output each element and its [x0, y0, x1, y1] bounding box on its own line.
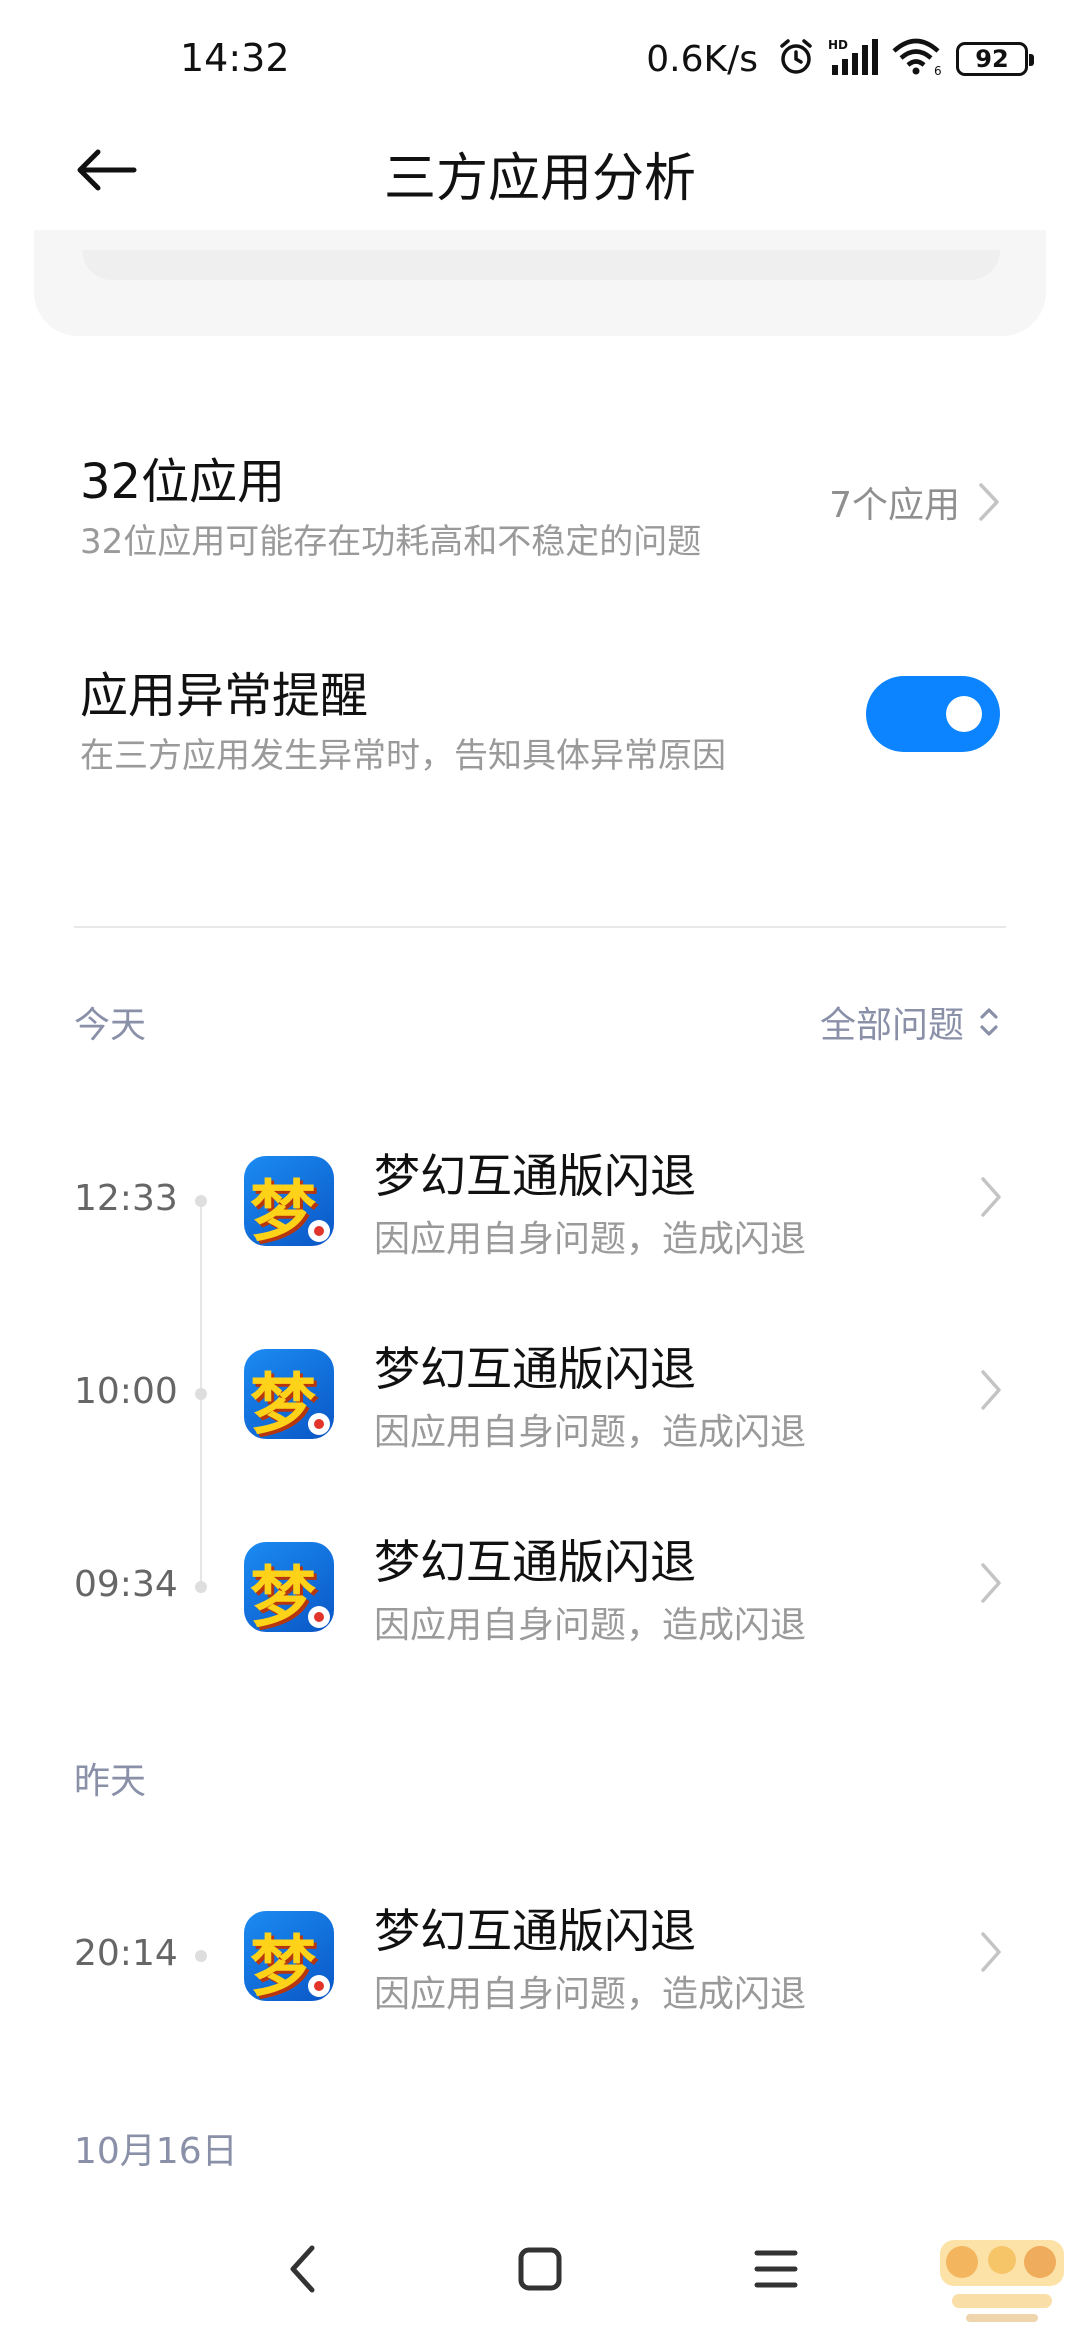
battery-icon: 92	[956, 42, 1034, 76]
section-label-date: 10月16日	[74, 2131, 238, 2172]
status-icons: 0.6K/s HD 6 92	[646, 34, 1034, 84]
event-time: 10:00	[74, 1371, 178, 1412]
timeline-dot	[195, 1388, 207, 1400]
status-bar: 14:32 0.6K/s HD 6 92	[0, 0, 1080, 120]
apps-32bit-description: 32位应用可能存在功耗高和不稳定的问题	[80, 522, 702, 562]
event-subtitle: 因应用自身问题，造成闪退	[374, 1412, 807, 1453]
app-icon: 梦	[244, 1156, 334, 1246]
timeline-dot	[195, 1581, 207, 1593]
timeline-dot	[195, 1195, 207, 1207]
event-subtitle: 因应用自身问题，造成闪退	[374, 1605, 807, 1646]
overview-card	[34, 230, 1046, 336]
abnormal-alert-description: 在三方应用发生异常时，告知具体异常原因	[80, 736, 726, 776]
event-time: 12:33	[74, 1178, 178, 1219]
chevron-right-icon	[981, 1370, 1001, 1410]
watermark-logo	[930, 2232, 1074, 2332]
chevron-right-icon	[979, 483, 999, 521]
filter-dropdown[interactable]: 全部问题	[820, 996, 1000, 1048]
event-title: 梦幻互通版闪退	[374, 1149, 696, 1203]
overview-card-inner	[82, 250, 1000, 280]
apps-32bit-count-link[interactable]: 7个应用	[829, 476, 1000, 528]
event-title: 梦幻互通版闪退	[374, 1342, 696, 1396]
alarm-icon	[776, 37, 816, 81]
event-title: 梦幻互通版闪退	[374, 1904, 696, 1958]
net-speed: 0.6K/s	[646, 38, 758, 80]
apps-32bit-title: 32位应用	[80, 454, 286, 510]
timeline-dot	[195, 1950, 207, 1962]
app-icon: 梦	[244, 1542, 334, 1632]
chevron-right-icon	[981, 1177, 1001, 1217]
section-label-yesterday: 昨天	[74, 1761, 147, 1802]
hd-signal-icon: HD	[828, 37, 880, 81]
app-icon: 梦	[244, 1349, 334, 1439]
toggle-knob	[946, 696, 982, 732]
page-title: 三方应用分析	[383, 149, 696, 209]
chevron-right-icon	[981, 1563, 1001, 1603]
event-time: 20:14	[74, 1933, 178, 1974]
wifi-icon: 6	[892, 37, 944, 81]
unfold-icon	[980, 1008, 998, 1036]
nav-menu-button[interactable]	[736, 2234, 816, 2304]
nav-home-icon	[518, 2247, 562, 2291]
event-row[interactable]: 09:34 梦 梦幻互通版闪退 因应用自身问题，造成闪退	[0, 1512, 1080, 1662]
event-row[interactable]: 20:14 梦 梦幻互通版闪退 因应用自身问题，造成闪退	[0, 1881, 1080, 2031]
divider	[74, 926, 1006, 928]
app-icon: 梦	[244, 1911, 334, 2001]
filter-label: 全部问题	[819, 1005, 964, 1046]
chevron-right-icon	[981, 1932, 1001, 1972]
event-title: 梦幻互通版闪退	[374, 1535, 696, 1589]
nav-home-button[interactable]	[500, 2234, 580, 2304]
abnormal-alert-title: 应用异常提醒	[80, 668, 369, 724]
event-subtitle: 因应用自身问题，造成闪退	[374, 1219, 807, 1260]
event-row[interactable]: 12:33 梦 梦幻互通版闪退 因应用自身问题，造成闪退	[0, 1126, 1080, 1276]
nav-back-icon	[290, 2245, 315, 2293]
status-time: 14:32	[180, 36, 290, 80]
event-subtitle: 因应用自身问题，造成闪退	[374, 1974, 807, 2015]
abnormal-alert-toggle[interactable]	[866, 676, 1000, 752]
svg-text:HD: HD	[828, 38, 848, 52]
svg-text:6: 6	[934, 64, 942, 77]
nav-back-button[interactable]	[262, 2234, 342, 2304]
apps-32bit-count: 7个应用	[829, 485, 960, 526]
nav-menu-icon	[754, 2250, 798, 2288]
navigation-bar	[0, 2200, 1080, 2340]
event-time: 09:34	[74, 1564, 178, 1605]
section-label-today: 今天	[74, 1005, 147, 1046]
event-row[interactable]: 10:00 梦 梦幻互通版闪退 因应用自身问题，造成闪退	[0, 1319, 1080, 1469]
